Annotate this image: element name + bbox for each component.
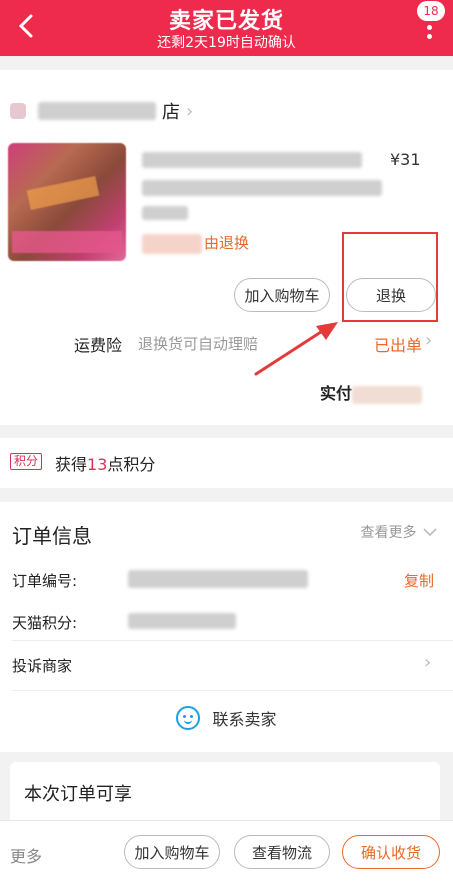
shop-name-tail: 店 <box>162 102 180 123</box>
product-title-redacted <box>142 152 362 168</box>
divider <box>12 690 453 691</box>
bottom-add-to-cart-button[interactable]: 加入购物车 <box>124 835 220 869</box>
auto-confirm-countdown: 还剩2天19时自动确认 <box>157 35 296 51</box>
header-bar: 卖家已发货 还剩2天19时自动确认 18 <box>0 0 453 56</box>
view-logistics-button[interactable]: 查看物流 <box>234 835 330 869</box>
paid-amount-redacted <box>352 385 423 404</box>
contact-seller-button[interactable]: 联系卖家 <box>0 700 453 736</box>
more-actions-link[interactable]: 更多 <box>10 843 42 867</box>
points-count: 13 <box>87 455 108 474</box>
message-badge: 18 <box>417 1 445 21</box>
complain-seller-link[interactable]: 投诉商家 <box>12 655 72 676</box>
chevron-right-icon: › <box>425 330 433 351</box>
shipping-insurance-row[interactable]: 运费险 退换货可自动理赔 已出单 › <box>0 330 453 360</box>
service-tag-redacted <box>142 233 202 254</box>
shipping-insurance-label: 运费险 <box>74 336 123 355</box>
highlight-box <box>342 232 438 322</box>
order-benefits-title: 本次订单可享 <box>24 784 132 805</box>
chat-face-icon <box>176 706 201 730</box>
divider <box>12 640 453 641</box>
points-earned: 获得13点积分 <box>55 455 156 474</box>
shop-icon <box>10 103 26 119</box>
bottom-action-bar: 更多 加入购物车 查看物流 确认收货 <box>0 820 453 884</box>
chevron-down-icon <box>423 528 437 537</box>
shipping-insurance-desc: 退换货可自动理赔 <box>138 335 259 353</box>
product-image[interactable] <box>8 143 126 261</box>
order-number-redacted <box>128 570 308 588</box>
service-tag: 由退换 <box>142 232 249 254</box>
points-tag: 积分 <box>10 453 43 470</box>
paid-amount-row: 实付 <box>320 380 423 404</box>
chevron-right-icon: › <box>424 652 432 673</box>
order-number-label: 订单编号: <box>12 572 78 590</box>
add-to-cart-button[interactable]: 加入购物车 <box>234 278 330 312</box>
confirm-receipt-button[interactable]: 确认收货 <box>342 835 440 869</box>
product-spec-redacted <box>142 180 382 196</box>
tmall-points-redacted <box>128 613 236 629</box>
view-more-link[interactable]: 查看更多 <box>361 522 437 542</box>
chevron-right-icon: › <box>186 100 194 122</box>
page-title: 卖家已发货 <box>168 9 284 34</box>
shop-link[interactable]: 店 › <box>10 98 193 124</box>
item-price: ¥31 <box>390 150 421 169</box>
copy-order-number-button[interactable]: 复制 <box>404 570 434 591</box>
shipping-insurance-status: 已出单 <box>374 336 423 355</box>
product-qty-redacted <box>142 206 188 220</box>
order-info-title: 订单信息 <box>12 524 92 548</box>
tmall-points-label: 天猫积分: <box>12 614 78 632</box>
shop-name-redacted <box>38 102 156 120</box>
